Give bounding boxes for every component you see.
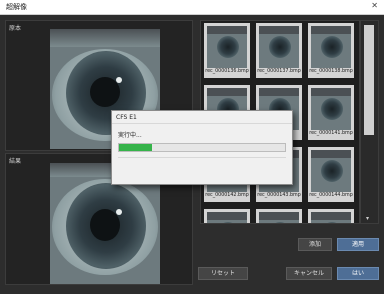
thumbnail-filename: rec_0000141.bmp [309,131,353,136]
source-panel-label: 原本 [9,25,22,32]
thumbnail-item[interactable]: rec_0000137.bmp [256,23,302,78]
thumbnail-image [259,26,299,68]
thumbnail-filename: rec_0000142.bmp [205,193,249,198]
cancel-button[interactable]: キャンセル [286,267,332,280]
thumbnail-item[interactable] [256,209,302,223]
scrollbar-thumb[interactable] [364,25,374,135]
dialog-divider [112,123,292,124]
dialog-bottom-divider [118,157,286,158]
reset-button[interactable]: リセット [198,267,248,280]
thumbnail-item[interactable]: rec_0000144.bmp [308,147,354,202]
thumbnail-item[interactable]: rec_0000136.bmp [204,23,250,78]
dialog-message: 実行中... [118,132,142,139]
dialog-title: CFS E1 [116,114,137,121]
thumbnail-image [207,212,247,223]
thumbnail-item[interactable] [204,209,250,223]
thumbnail-image [311,88,351,130]
close-icon[interactable]: ✕ [371,1,378,10]
thumbnail-image [259,212,299,223]
thumbnail-filename: rec_0000143.bmp [257,193,301,198]
thumbnail-filename: rec_0000137.bmp [257,69,301,74]
thumbnail-filename: rec_0000136.bmp [205,69,249,74]
progress-dialog: CFS E1 実行中... [111,110,293,185]
result-panel-label: 結果 [9,158,22,165]
thumbnail-item[interactable]: rec_0000138.bmp [308,23,354,78]
thumbnail-scrollbar[interactable]: ▾ [360,20,379,224]
progress-fill [119,144,153,151]
add-button[interactable]: 添加 [298,238,332,251]
thumbnail-filename: rec_0000138.bmp [309,69,353,74]
thumbnail-image [207,26,247,68]
thumbnail-filename: rec_0000144.bmp [309,193,353,198]
thumbnail-image [311,150,351,192]
thumbnail-item[interactable] [308,209,354,223]
ok-button[interactable]: はい [337,267,379,280]
thumbnail-image [311,26,351,68]
apply-button[interactable]: 適用 [337,238,379,251]
title-bar: 超解像 ✕ [0,0,384,15]
window-title: 超解像 [6,3,27,11]
thumbnail-image [311,212,351,223]
thumbnail-item[interactable]: rec_0000141.bmp [308,85,354,140]
scroll-down-icon[interactable]: ▾ [366,215,369,222]
progress-bar [118,143,286,152]
super-resolution-window: 超解像 ✕ 原本 結果 rec_0000136.bmp rec_0000137.b… [0,0,384,294]
